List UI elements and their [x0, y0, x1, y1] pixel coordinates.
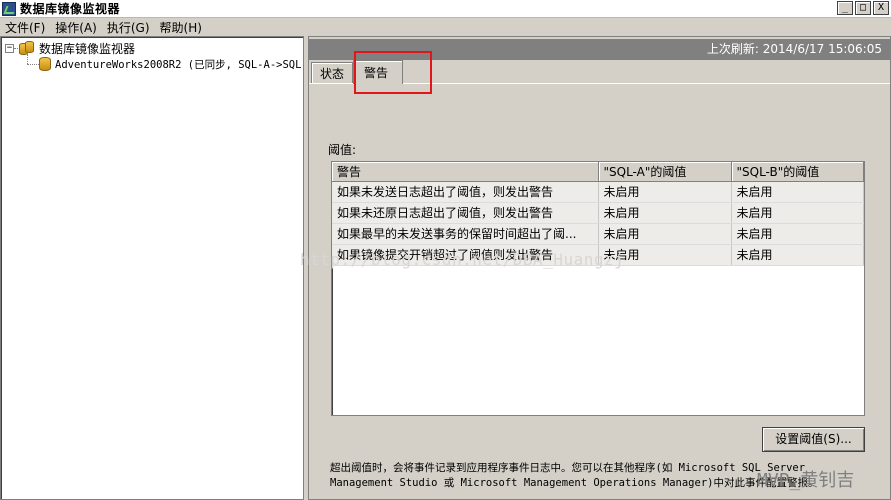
menu-file[interactable]: 文件(F) [0, 19, 50, 36]
tree-item-database[interactable]: AdventureWorks2008R2 (已同步, SQL-A->SQL- [39, 56, 304, 72]
database-icon [39, 57, 51, 71]
tab-status[interactable]: 状态 [311, 62, 354, 84]
set-thresholds-button[interactable]: 设置阈值(S)... [762, 427, 865, 452]
collapse-toggle-icon[interactable]: − [5, 43, 14, 53]
warning-cell: 如果镜像提交开销超过了阈值则发出警告 [332, 244, 599, 266]
thresholds-grid[interactable]: 警告 "SQL-A"的阈值 "SQL-B"的阈值 如果未发送日志超出了阈值，则发… [331, 161, 865, 416]
tree-connector-horizontal [27, 64, 39, 65]
close-button[interactable]: X [873, 1, 889, 15]
sql-a-threshold-cell: 未启用 [598, 244, 732, 266]
thresholds-label: 阈值: [328, 143, 357, 157]
table-row[interactable]: 如果未还原日志超出了阈值，则发出警告 未启用 未启用 [332, 202, 864, 224]
thresholds-table: 警告 "SQL-A"的阈值 "SQL-B"的阈值 如果未发送日志超出了阈值，则发… [332, 162, 864, 266]
sql-b-threshold-cell: 未启用 [731, 181, 864, 203]
maximize-button[interactable]: □ [855, 1, 871, 15]
tree-root[interactable]: − 数据库镜像监视器 [5, 40, 135, 56]
sql-a-threshold-cell: 未启用 [598, 223, 732, 245]
minimize-button[interactable]: _ [837, 1, 853, 15]
sql-b-threshold-cell: 未启用 [731, 244, 864, 266]
tree-item-database-label: AdventureWorks2008R2 (已同步, SQL-A->SQL- [55, 58, 304, 71]
warning-cell: 如果未发送日志超出了阈值，则发出警告 [332, 181, 599, 203]
sql-b-threshold-cell: 未启用 [731, 223, 864, 245]
tree-connector-vertical [27, 54, 28, 64]
tree-connector [14, 47, 18, 49]
detail-panel: 上次刷新: 2014/6/17 15:06:05 状态 警告 阈值: 警告 "S… [308, 36, 891, 500]
tree-panel: − 数据库镜像监视器 AdventureWorks2008R2 (已同步, SQ… [0, 36, 304, 500]
tree-root-label: 数据库镜像监视器 [39, 41, 136, 56]
title-bar: 数据库镜像监视器 _ □ X [0, 0, 891, 18]
info-text: 超出阈值时，会将事件记录到应用程序事件日志中。您可以在其他程序(如 Micros… [330, 462, 819, 489]
highlight-box [354, 51, 432, 94]
column-header-warning[interactable]: 警告 [332, 162, 599, 182]
table-row[interactable]: 如果未发送日志超出了阈值，则发出警告 未启用 未启用 [332, 181, 864, 203]
monitor-icon [2, 1, 16, 16]
table-header-row: 警告 "SQL-A"的阈值 "SQL-B"的阈值 [332, 162, 864, 182]
sql-a-threshold-cell: 未启用 [598, 202, 732, 224]
column-header-sql-b[interactable]: "SQL-B"的阈值 [731, 162, 864, 182]
sql-b-threshold-cell: 未启用 [731, 202, 864, 224]
window-controls: _ □ X [837, 1, 889, 15]
menu-help[interactable]: 帮助(H) [155, 19, 207, 36]
window-title: 数据库镜像监视器 [20, 2, 121, 16]
menu-go[interactable]: 执行(G) [102, 19, 155, 36]
database-group-icon [19, 41, 35, 55]
menu-bar: 文件(F) 操作(A) 执行(G) 帮助(H) [0, 18, 891, 36]
warnings-tab-body: 阈值: 警告 "SQL-A"的阈值 "SQL-B"的阈值 如果未发送日志超出了阈… [309, 83, 890, 499]
table-row[interactable]: 如果最早的未发送事务的保留时间超出了阈... 未启用 未启用 [332, 223, 864, 245]
warning-cell: 如果未还原日志超出了阈值，则发出警告 [332, 202, 599, 224]
table-row[interactable]: 如果镜像提交开销超过了阈值则发出警告 未启用 未启用 [332, 244, 864, 266]
menu-action[interactable]: 操作(A) [50, 19, 102, 36]
warning-cell: 如果最早的未发送事务的保留时间超出了阈... [332, 223, 599, 245]
sql-a-threshold-cell: 未启用 [598, 181, 732, 203]
column-header-sql-a[interactable]: "SQL-A"的阈值 [598, 162, 732, 182]
